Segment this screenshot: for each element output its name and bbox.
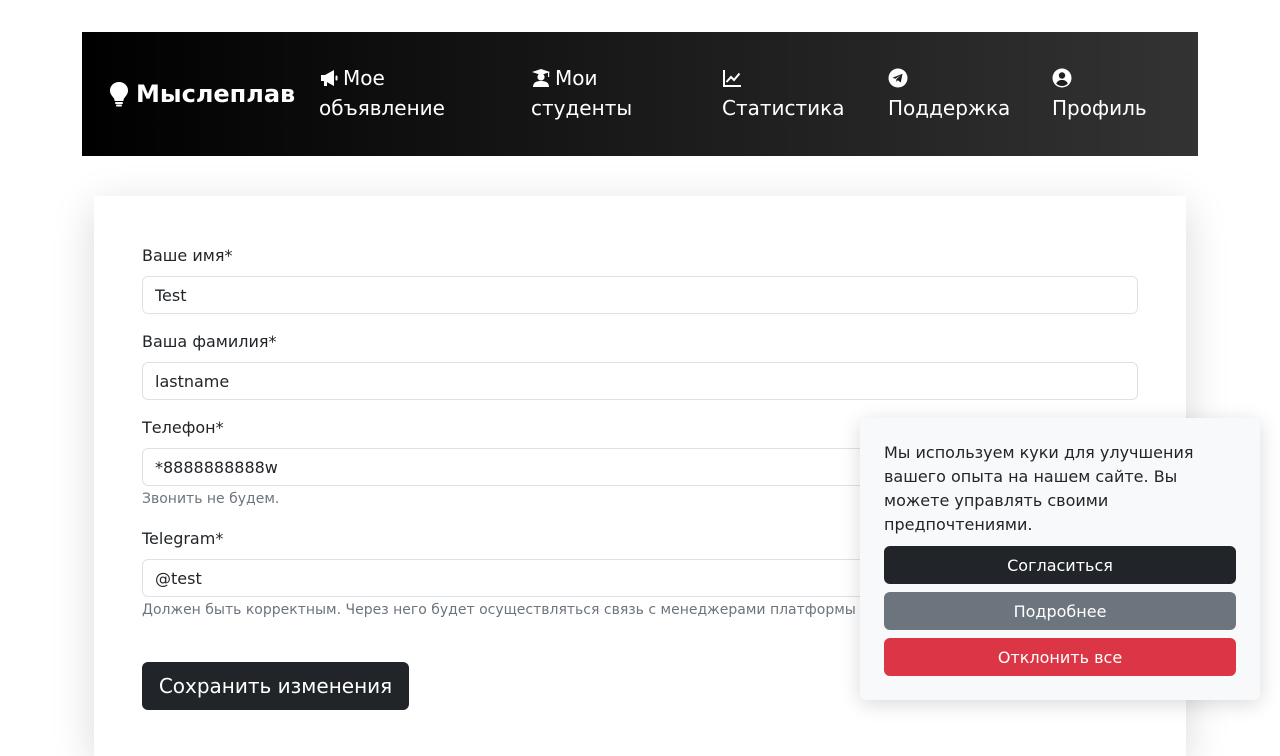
save-changes-button[interactable]: Сохранить изменения xyxy=(142,662,409,710)
graduate-icon xyxy=(532,69,550,87)
last-name-input[interactable] xyxy=(142,362,1138,400)
nav-item-label-2: Статистика xyxy=(722,96,845,120)
nav-item-label-2: Профиль xyxy=(1052,96,1147,120)
nav-item-profile[interactable]: Профиль xyxy=(1052,63,1147,123)
cookie-consent-banner: Мы используем куки для улучшения вашего … xyxy=(860,418,1260,700)
user-circle-icon xyxy=(1052,68,1072,88)
telegram-icon xyxy=(888,68,908,88)
nav-item-label: Мои xyxy=(555,66,598,90)
nav-item-label: Мое xyxy=(343,66,385,90)
nav-item-statistics[interactable]: Статистика xyxy=(722,63,845,123)
first-name-input[interactable] xyxy=(142,276,1138,314)
telegram-hint: Должен быть корректным. Через него будет… xyxy=(142,602,856,618)
nav-item-label-2: Поддержка xyxy=(888,96,1011,120)
cookie-reject-all-button[interactable]: Отклонить все xyxy=(884,638,1236,676)
cookie-more-button[interactable]: Подробнее xyxy=(884,592,1236,630)
telegram-label: Telegram* xyxy=(142,529,224,548)
brand-name: Мыслеплав xyxy=(136,80,296,108)
first-name-label: Ваше имя* xyxy=(142,246,233,265)
cookie-message: Мы используем куки для улучшения вашего … xyxy=(884,443,1194,534)
chart-line-icon xyxy=(723,70,741,87)
phone-label: Телефон* xyxy=(142,418,224,437)
lightbulb-icon xyxy=(110,82,128,107)
nav-item-support[interactable]: Поддержка xyxy=(888,63,1010,123)
nav-item-my-ad[interactable]: Мое объявление xyxy=(319,63,445,123)
phone-hint: Звонить не будем. xyxy=(142,491,280,507)
cookie-accept-button[interactable]: Согласиться xyxy=(884,546,1236,584)
nav-item-label-2: объявление xyxy=(319,96,445,120)
top-navbar: Мыслеплав Мое объявление Мои студенты Ст… xyxy=(82,32,1198,156)
brand-link[interactable]: Мыслеплав xyxy=(108,78,295,110)
nav-item-label-2: студенты xyxy=(531,96,633,120)
last-name-label: Ваша фамилия* xyxy=(142,332,277,351)
megaphone-icon xyxy=(321,70,338,86)
nav-item-my-students[interactable]: Мои студенты xyxy=(531,63,632,123)
